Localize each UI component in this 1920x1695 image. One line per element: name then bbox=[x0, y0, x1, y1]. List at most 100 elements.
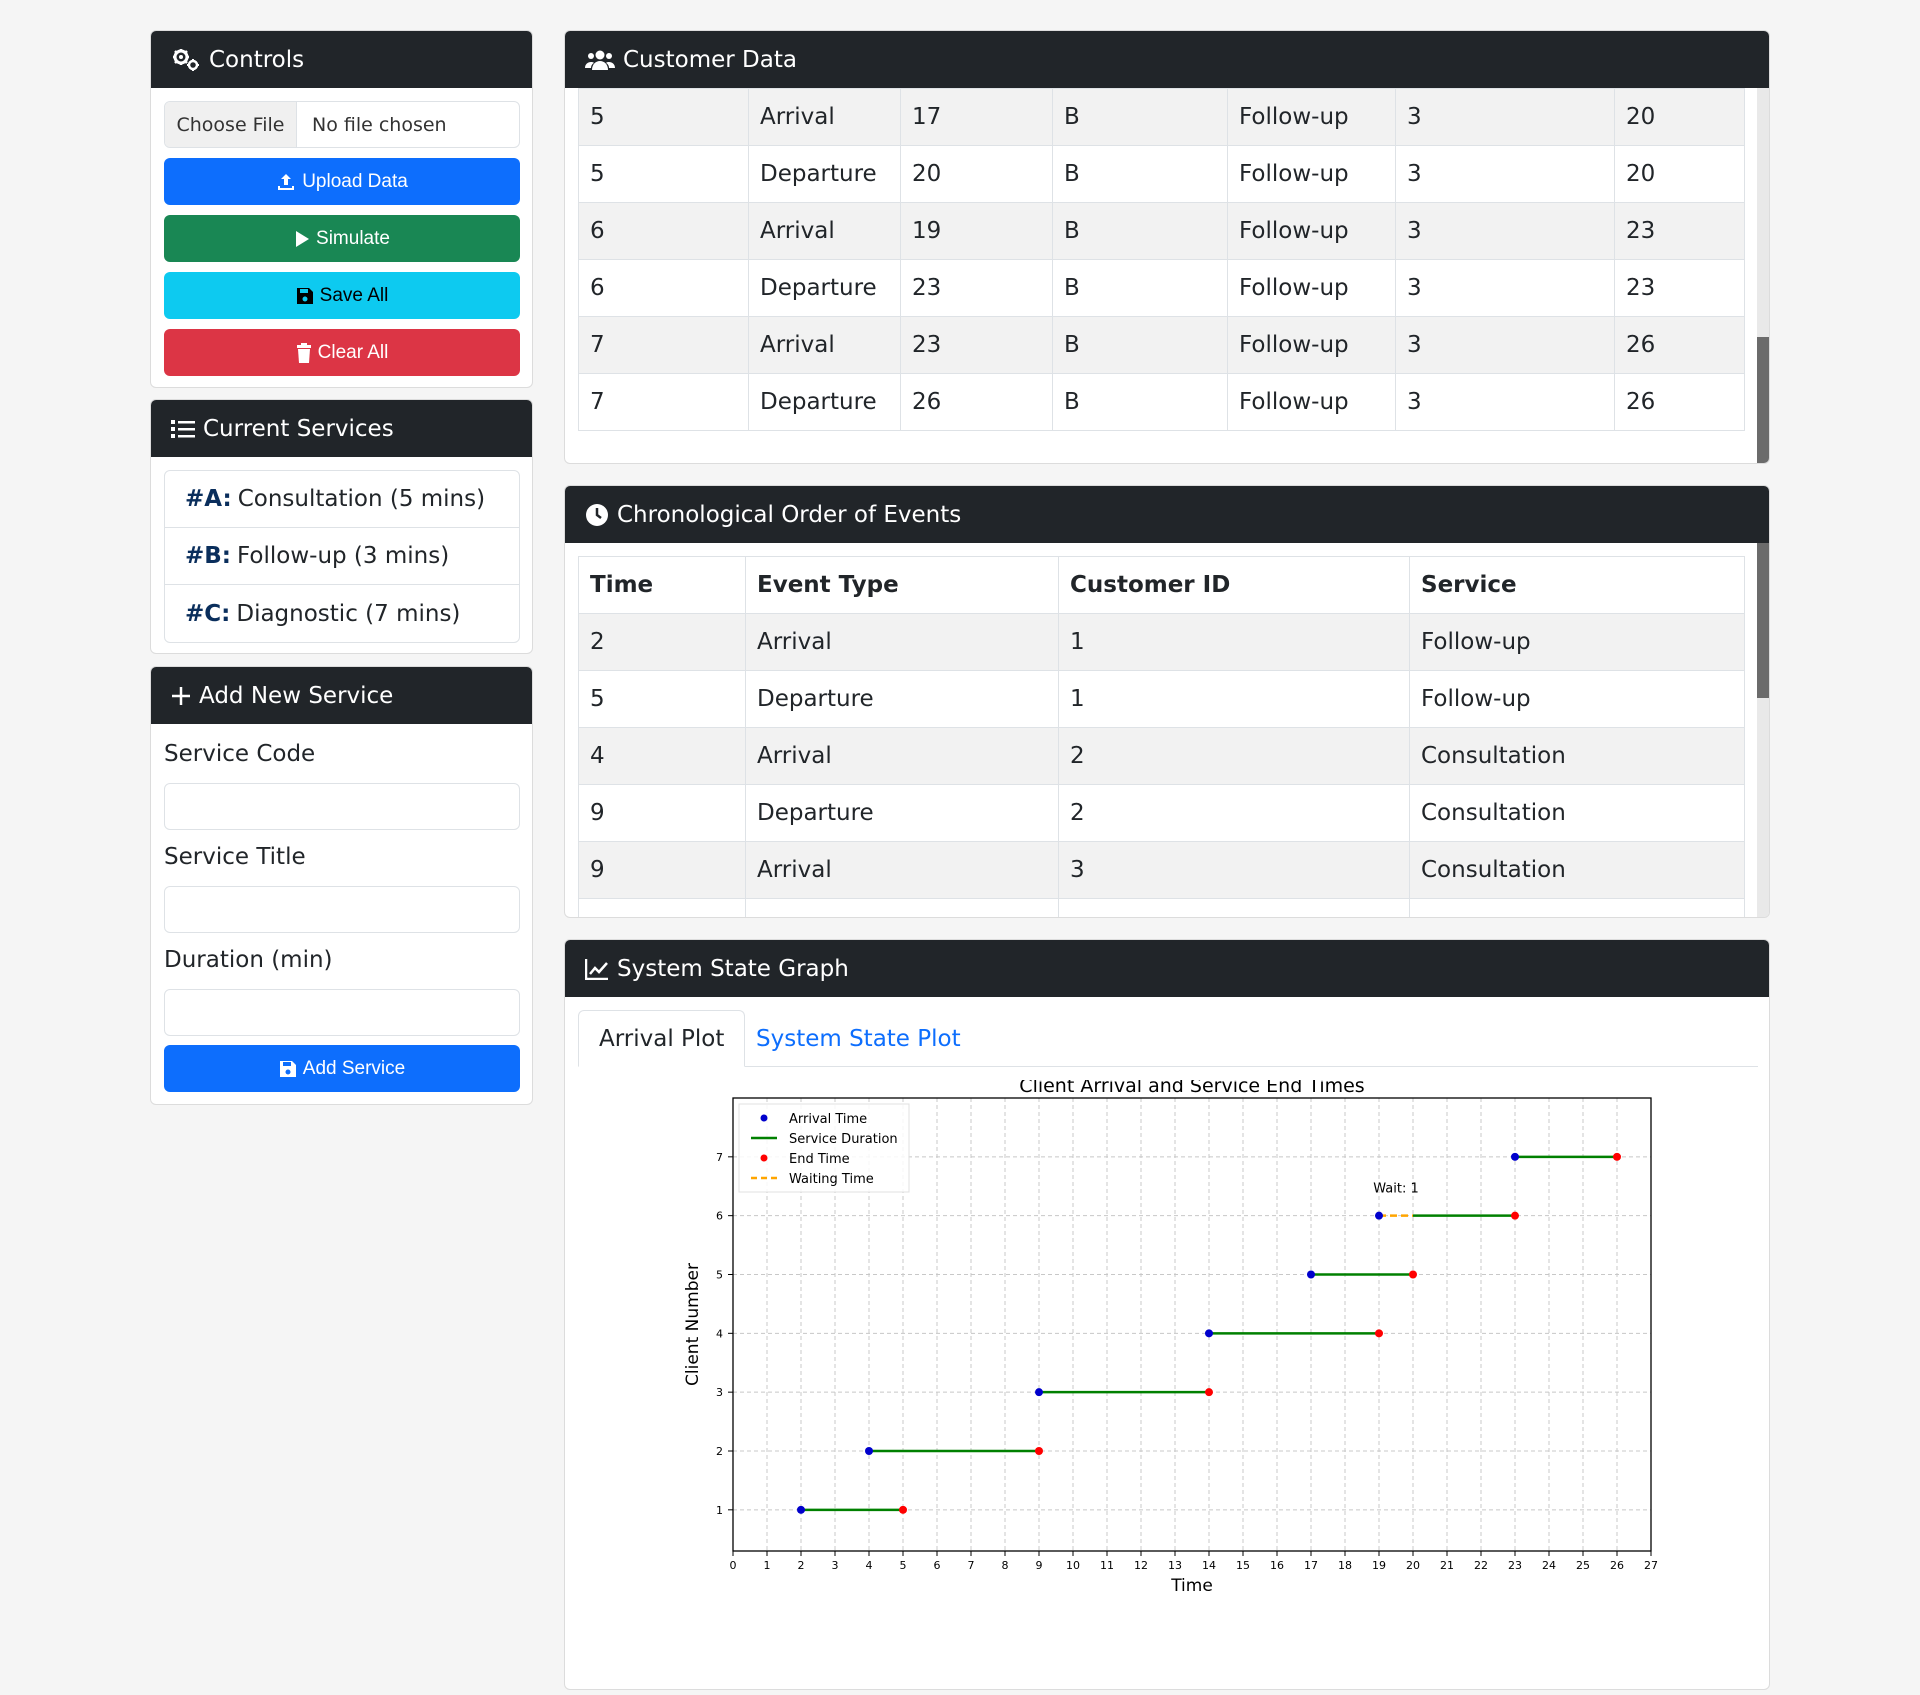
tab-system-state-plot[interactable]: System State Plot bbox=[736, 1010, 981, 1067]
end-point bbox=[1205, 1388, 1213, 1397]
table-row[interactable]: 5 Departure 20 B Follow-up 3 20 bbox=[578, 145, 1745, 203]
end-point bbox=[1409, 1270, 1417, 1279]
table-cell: 2 bbox=[1058, 727, 1410, 785]
table-cell: Departure bbox=[745, 670, 1059, 728]
table-cell: 26 bbox=[900, 373, 1053, 431]
legend-label: End Time bbox=[789, 1152, 850, 1167]
table-cell: 3 bbox=[1395, 202, 1615, 260]
list-item[interactable]: #A: Consultation (5 mins) bbox=[165, 471, 519, 528]
y-tick-label: 3 bbox=[716, 1386, 723, 1399]
table-row[interactable]: 6 Arrival 19 B Follow-up 3 23 bbox=[578, 202, 1745, 260]
arrival-point bbox=[1035, 1388, 1043, 1397]
table-row[interactable]: 9 Departure 2 Consultation bbox=[578, 784, 1745, 842]
x-tick-label: 24 bbox=[1542, 1559, 1556, 1572]
file-input[interactable]: Choose File No file chosen bbox=[164, 101, 520, 148]
play-icon bbox=[296, 230, 310, 247]
customer-data-card: Customer Data 5 Arrival 17 B Follow-up 3 20 5 De… bbox=[564, 30, 1770, 464]
table-cell: 1 bbox=[1058, 613, 1410, 671]
x-tick-label: 8 bbox=[1002, 1559, 1009, 1572]
service-code: #A: bbox=[185, 486, 232, 512]
customer-title: Customer Data bbox=[623, 46, 797, 73]
x-tick-label: 16 bbox=[1270, 1559, 1284, 1572]
service-label: Consultation (5 mins) bbox=[237, 486, 486, 512]
table-cell: B bbox=[1052, 145, 1228, 203]
chrono-scrollbar[interactable] bbox=[1757, 543, 1769, 917]
x-tick-label: 3 bbox=[832, 1559, 839, 1572]
table-row[interactable]: 5 Departure 1 Follow-up bbox=[578, 670, 1745, 728]
choose-file-button[interactable]: Choose File bbox=[165, 102, 297, 147]
scroll-track bbox=[1757, 88, 1769, 238]
services-title: Current Services bbox=[203, 415, 394, 442]
table-cell: B bbox=[1052, 373, 1228, 431]
tab-arrival-plot[interactable]: Arrival Plot bbox=[578, 1010, 746, 1067]
upload-data-button[interactable]: Upload Data bbox=[164, 158, 520, 205]
table-cell bbox=[578, 898, 746, 917]
services-header: Current Services bbox=[151, 400, 532, 457]
col-header-time[interactable]: Time bbox=[578, 556, 746, 614]
controls-title: Controls bbox=[209, 46, 305, 73]
customer-table-wrap[interactable]: 5 Arrival 17 B Follow-up 3 20 5 Departure 20 B Foll… bbox=[578, 88, 1745, 462]
legend-marker bbox=[760, 1114, 768, 1122]
table-row[interactable]: 7 Departure 26 B Follow-up 3 26 bbox=[578, 373, 1745, 431]
col-header-customer-id[interactable]: Customer ID bbox=[1058, 556, 1410, 614]
customer-scrollbar[interactable] bbox=[1757, 88, 1769, 463]
col-header-service[interactable]: Service bbox=[1409, 556, 1745, 614]
x-tick-label: 18 bbox=[1338, 1559, 1352, 1572]
x-tick-label: 22 bbox=[1474, 1559, 1488, 1572]
table-cell: Follow-up bbox=[1227, 316, 1396, 374]
simulate-label: Simulate bbox=[316, 227, 390, 249]
table-cell: 2 bbox=[1058, 784, 1410, 842]
table-cell: Consultation bbox=[1409, 727, 1745, 785]
end-point bbox=[1511, 1211, 1519, 1220]
customer-scroll-thumb[interactable] bbox=[1757, 337, 1769, 463]
plus-icon bbox=[172, 686, 190, 705]
list-item[interactable]: #B: Follow-up (3 mins) bbox=[165, 528, 519, 585]
wait-annotation: Wait: 1 bbox=[1373, 1182, 1418, 1197]
chrono-scroll-thumb[interactable] bbox=[1757, 543, 1769, 698]
table-cell: Arrival bbox=[745, 727, 1059, 785]
service-title-input[interactable] bbox=[164, 886, 520, 933]
table-row[interactable] bbox=[578, 898, 1745, 917]
add-service-header: Add New Service bbox=[151, 667, 532, 724]
add-service-title: Add New Service bbox=[199, 682, 394, 709]
table-row[interactable]: 6 Departure 23 B Follow-up 3 23 bbox=[578, 259, 1745, 317]
end-point bbox=[899, 1505, 907, 1514]
upload-icon bbox=[278, 173, 295, 190]
chrono-table-wrap[interactable]: Time Event Type Customer ID Service 2 Arr… bbox=[578, 556, 1745, 917]
x-axis-label: Time bbox=[1170, 1576, 1213, 1596]
table-cell: 3 bbox=[1395, 88, 1615, 146]
clear-all-button[interactable]: Clear All bbox=[164, 329, 520, 376]
table-row[interactable]: 5 Arrival 17 B Follow-up 3 20 bbox=[578, 88, 1745, 146]
x-tick-label: 9 bbox=[1036, 1559, 1043, 1572]
arrival-point bbox=[1205, 1329, 1213, 1338]
x-tick-label: 14 bbox=[1202, 1559, 1216, 1572]
table-row[interactable]: 9 Arrival 3 Consultation bbox=[578, 841, 1745, 899]
col-header-event-type[interactable]: Event Type bbox=[745, 556, 1059, 614]
table-cell: 20 bbox=[900, 145, 1053, 203]
legend-label: Waiting Time bbox=[789, 1172, 874, 1187]
customer-header: Customer Data bbox=[565, 31, 1769, 88]
service-code-input[interactable] bbox=[164, 783, 520, 830]
add-service-button[interactable]: Add Service bbox=[164, 1045, 520, 1092]
save-all-button[interactable]: Save All bbox=[164, 272, 520, 319]
list-item[interactable]: #C: Diagnostic (7 mins) bbox=[165, 585, 519, 642]
graph-header: System State Graph bbox=[565, 940, 1769, 997]
x-tick-label: 0 bbox=[730, 1559, 737, 1572]
add-service-label: Add Service bbox=[302, 1057, 406, 1079]
y-tick-label: 7 bbox=[716, 1151, 723, 1164]
table-row[interactable]: 4 Arrival 2 Consultation bbox=[578, 727, 1745, 785]
chrono-header: Chronological Order of Events bbox=[565, 486, 1769, 543]
simulate-button[interactable]: Simulate bbox=[164, 215, 520, 262]
duration-input[interactable] bbox=[164, 989, 520, 1036]
x-tick-label: 4 bbox=[866, 1559, 873, 1572]
y-tick-label: 2 bbox=[716, 1445, 723, 1458]
table-cell: 19 bbox=[900, 202, 1053, 260]
table-cell: Consultation bbox=[1409, 841, 1745, 899]
table-cell: 7 bbox=[578, 373, 749, 431]
table-row[interactable]: 7 Arrival 23 B Follow-up 3 26 bbox=[578, 316, 1745, 374]
x-tick-label: 25 bbox=[1576, 1559, 1590, 1572]
table-cell: B bbox=[1052, 88, 1228, 146]
table-cell: 2 bbox=[578, 613, 746, 671]
table-row[interactable]: 2 Arrival 1 Follow-up bbox=[578, 613, 1745, 671]
table-cell: Departure bbox=[748, 145, 901, 203]
